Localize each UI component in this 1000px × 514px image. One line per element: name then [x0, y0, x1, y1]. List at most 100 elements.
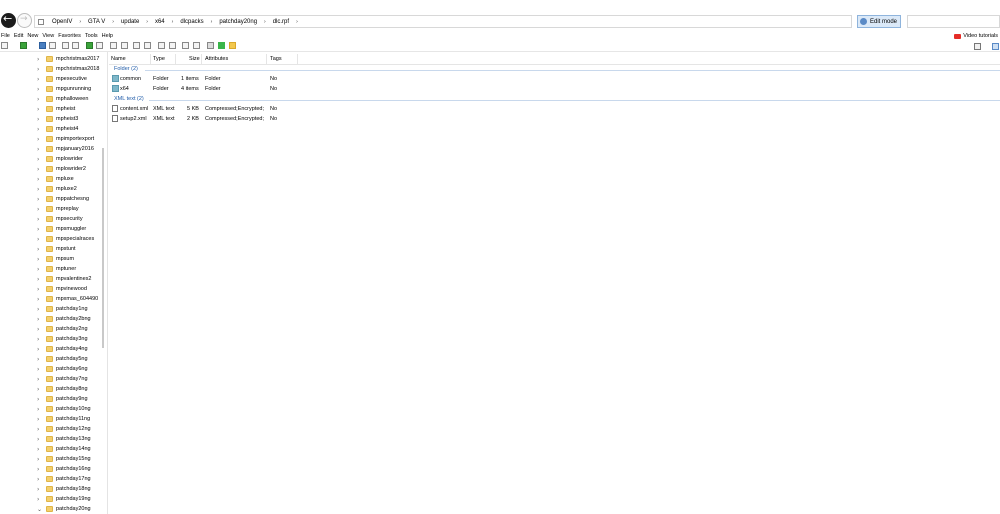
group-header-xml-text[interactable]: XML text (2) [114, 96, 144, 102]
tree-item[interactable]: › mppatchesng [0, 194, 100, 204]
chevron-right-icon[interactable]: › [37, 496, 39, 503]
tree-item[interactable]: › mplowrider2 [0, 164, 100, 174]
chevron-right-icon[interactable]: › [37, 406, 39, 413]
chevron-right-icon[interactable]: › [37, 226, 39, 233]
paste-icon[interactable] [121, 42, 128, 49]
tree-item[interactable]: › mpchristmas2017 [0, 54, 100, 64]
tree-item[interactable]: › mpsecurity [0, 214, 100, 224]
menu-edit[interactable]: Edit [13, 32, 26, 40]
chevron-right-icon[interactable]: › [37, 276, 39, 283]
tree-item[interactable]: › patchday3ng [0, 334, 100, 344]
tree-item[interactable]: › mpstunt [0, 244, 100, 254]
chevron-right-icon[interactable]: › [37, 376, 39, 383]
column-divider[interactable] [297, 54, 298, 65]
chevron-right-icon[interactable]: › [37, 466, 39, 473]
tree-item[interactable]: › mpreplay [0, 204, 100, 214]
column-divider[interactable] [201, 54, 202, 65]
chevron-right-icon[interactable]: › [294, 19, 300, 25]
list-item[interactable]: x64 Folder 4 items Folder No [109, 84, 1000, 94]
chevron-right-icon[interactable]: › [37, 136, 39, 143]
rename-icon[interactable] [182, 42, 189, 49]
chevron-right-icon[interactable]: › [37, 96, 39, 103]
chevron-right-icon[interactable]: › [37, 56, 39, 63]
tree-item[interactable]: › patchday5ng [0, 354, 100, 364]
column-attributes[interactable]: Attributes [205, 56, 228, 62]
tree-item[interactable]: › patchday17ng [0, 474, 100, 484]
chevron-right-icon[interactable]: › [37, 66, 39, 73]
delete-icon[interactable] [193, 42, 200, 49]
tree-item[interactable]: › mpheist4 [0, 124, 100, 134]
tree-item[interactable]: › mpspecialraces [0, 234, 100, 244]
chevron-right-icon[interactable]: › [37, 86, 39, 93]
window-icon[interactable] [72, 42, 79, 49]
folder-tree[interactable]: › mpchristmas2017 › mpchristmas2018 › mpexecu… [0, 54, 106, 514]
chevron-right-icon[interactable]: › [37, 446, 39, 453]
menu-help[interactable]: Help [101, 32, 116, 40]
tree-item[interactable]: › patchday9ng [0, 394, 100, 404]
chevron-right-icon[interactable]: › [37, 126, 39, 133]
tree-item[interactable]: › patchday1ng [0, 304, 100, 314]
chevron-right-icon[interactable]: › [37, 296, 39, 303]
new-folder-icon[interactable] [20, 42, 27, 49]
tree-item[interactable]: › mpxmas_604490 [0, 294, 100, 304]
chevron-right-icon[interactable]: › [37, 146, 39, 153]
chevron-right-icon[interactable]: › [37, 396, 39, 403]
menu-favorites[interactable]: Favorites [57, 32, 84, 40]
chevron-right-icon[interactable]: › [37, 426, 39, 433]
document-icon[interactable] [133, 42, 140, 49]
tree-item[interactable]: › patchday19ng [0, 494, 100, 504]
new-file-icon[interactable] [1, 42, 8, 49]
tree-item[interactable]: › patchday4ng [0, 344, 100, 354]
preview-pane-icon[interactable] [992, 43, 999, 50]
chevron-right-icon[interactable]: › [37, 186, 39, 193]
column-type[interactable]: Type [153, 56, 165, 62]
tree-item[interactable]: › mptuner [0, 264, 100, 274]
tree-item[interactable]: ⌄ patchday20ng [0, 504, 100, 514]
chevron-right-icon[interactable]: › [37, 416, 39, 423]
column-size[interactable]: Size [189, 56, 200, 62]
column-tags[interactable]: Tags [270, 56, 282, 62]
edit-mode-button[interactable]: Edit mode [857, 15, 901, 28]
tree-item[interactable]: › patchday13ng [0, 434, 100, 444]
play-icon[interactable] [86, 42, 93, 49]
chevron-right-icon[interactable]: › [37, 286, 39, 293]
menu-new[interactable]: New [26, 32, 41, 40]
tree-item[interactable]: › mpsum [0, 254, 100, 264]
breadcrumb-item[interactable]: patchday20ng [214, 19, 262, 25]
tree-item[interactable]: › patchday15ng [0, 454, 100, 464]
chevron-right-icon[interactable]: › [37, 76, 39, 83]
tree-item[interactable]: › patchday12ng [0, 424, 100, 434]
tree-item[interactable]: › patchday11ng [0, 414, 100, 424]
breadcrumb-item[interactable]: update [116, 19, 144, 25]
chevron-right-icon[interactable]: › [37, 346, 39, 353]
chevron-right-icon[interactable]: › [37, 476, 39, 483]
tree-item[interactable]: › patchday16ng [0, 464, 100, 474]
lock-icon[interactable] [169, 42, 176, 49]
column-divider[interactable] [266, 54, 267, 65]
tree-item[interactable]: › mpluxe [0, 174, 100, 184]
tree-item[interactable]: › mpchristmas2018 [0, 64, 100, 74]
tree-item[interactable]: › patchday18ng [0, 484, 100, 494]
menu-file[interactable]: File [0, 32, 13, 40]
chevron-right-icon[interactable]: › [37, 356, 39, 363]
column-name[interactable]: Name [111, 56, 126, 62]
export-icon[interactable] [96, 42, 103, 49]
cut-icon[interactable] [207, 42, 214, 49]
chevron-right-icon[interactable]: › [37, 196, 39, 203]
breadcrumb-item[interactable]: dlcpacks [175, 19, 208, 25]
tree-item[interactable]: › patchday8ng [0, 384, 100, 394]
chevron-right-icon[interactable]: › [37, 216, 39, 223]
chevron-right-icon[interactable]: › [37, 206, 39, 213]
tree-item[interactable]: › mphalloween [0, 94, 100, 104]
list-icon[interactable] [144, 42, 151, 49]
chevron-right-icon[interactable]: › [37, 176, 39, 183]
chevron-right-icon[interactable]: › [37, 366, 39, 373]
tree-item[interactable]: › mpheist3 [0, 114, 100, 124]
chevron-right-icon[interactable]: › [37, 456, 39, 463]
tree-item[interactable]: › patchday14ng [0, 444, 100, 454]
breadcrumb[interactable]: OpenIV › GTA V › update › x64 › dlcpacks › pa… [34, 15, 852, 28]
chevron-right-icon[interactable]: › [37, 326, 39, 333]
chevron-right-icon[interactable]: › [37, 486, 39, 493]
chevron-right-icon[interactable]: › [37, 116, 39, 123]
chevron-right-icon[interactable]: › [37, 236, 39, 243]
